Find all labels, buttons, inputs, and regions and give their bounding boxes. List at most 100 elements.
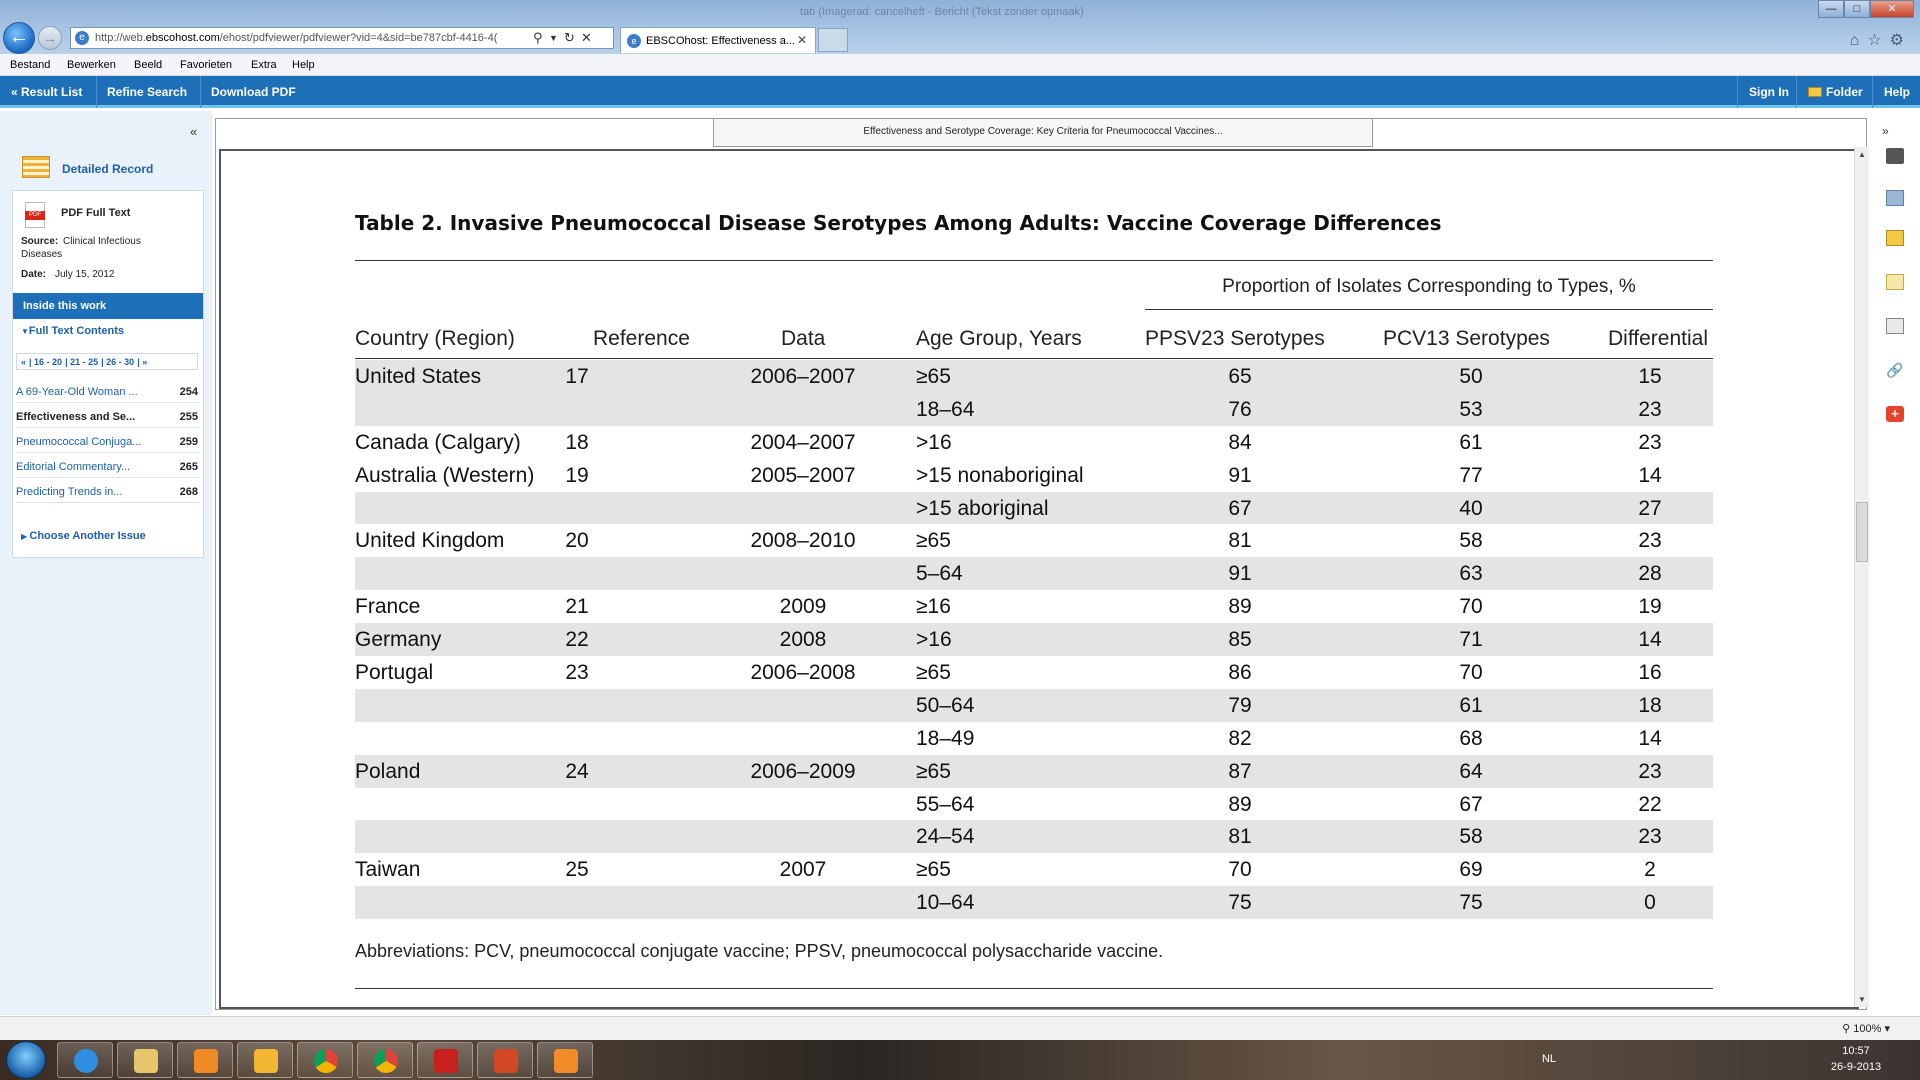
table-row: Poland 24 2006–2009 ≥65 87 64 23 <box>355 754 1713 788</box>
window-title: tab (Imagerad: cancelheft - Bericht (Tek… <box>800 6 1084 18</box>
span-header: Proportion of Isolates Corresponding to … <box>1222 276 1636 297</box>
download-pdf-link[interactable]: Download PDF <box>211 85 296 99</box>
back-button[interactable]: ← <box>3 22 35 54</box>
menu-bewerken[interactable]: Bewerken <box>67 59 116 71</box>
add-share-icon[interactable]: + <box>1886 406 1904 422</box>
help-link[interactable]: Help <box>1884 85 1910 99</box>
table-row: United Kingdom 20 2008–2010 ≥65 81 58 23 <box>355 529 1662 553</box>
menu-beeld[interactable]: Beeld <box>134 59 162 71</box>
choose-another-issue-link[interactable]: ▶ Choose Another Issue <box>21 530 146 542</box>
table-top-rule <box>355 260 1713 261</box>
source-value: Clinical Infectious <box>63 236 141 247</box>
scroll-down-icon[interactable]: ▼ <box>1858 995 1866 1004</box>
internet-explorer-icon <box>74 1049 98 1073</box>
outlook-icon <box>254 1049 278 1073</box>
taskbar-acrobat[interactable] <box>417 1042 473 1078</box>
email-icon[interactable] <box>1886 190 1904 206</box>
permalink-icon[interactable]: 🔗 <box>1886 362 1904 378</box>
col-header-data: Data <box>781 327 826 350</box>
taskbar-app[interactable] <box>537 1042 593 1078</box>
pager-21-25[interactable]: 21 - 25 <box>70 357 98 367</box>
clock-date[interactable]: 26-9-2013 <box>1826 1061 1886 1073</box>
sign-in-link[interactable]: Sign In <box>1749 85 1789 99</box>
taskbar-chrome-2[interactable] <box>357 1042 413 1078</box>
header-rule <box>355 358 1713 359</box>
triangle-down-icon: ▼ <box>21 327 29 336</box>
url-text[interactable]: http://web.ebscohost.com/ehost/pdfviewer… <box>95 32 535 44</box>
table-title: Table 2. Invasive Pneumococcal Disease S… <box>355 211 1442 235</box>
toc-item[interactable]: Pneumococcal Conjuga... 259 <box>16 429 200 453</box>
document-title: Effectiveness and Serotype Coverage: Key… <box>713 119 1373 147</box>
taskbar-media[interactable] <box>177 1042 233 1078</box>
vertical-scrollbar[interactable]: ▲ ▼ <box>1854 147 1869 1007</box>
tab-label: EBSCOhost: Effectiveness a... <box>646 35 795 47</box>
toc-item[interactable]: A 69-Year-Old Woman ... 254 <box>16 379 200 403</box>
table-row: 18–64 76 53 23 <box>355 392 1713 426</box>
home-icon[interactable]: ⌂ <box>1850 32 1868 49</box>
record-icon <box>22 156 50 178</box>
cite-icon[interactable] <box>1886 274 1904 290</box>
language-indicator[interactable]: NL <box>1542 1053 1556 1065</box>
zoom-icon: ⚲ <box>1842 1023 1854 1035</box>
powerpoint-icon <box>494 1049 518 1073</box>
browser-tab[interactable]: e EBSCOhost: Effectiveness a... ✕ <box>620 27 816 53</box>
media-player-icon <box>194 1049 218 1073</box>
close-tab-icon[interactable]: ✕ <box>797 33 807 47</box>
clock-time[interactable]: 10:57 <box>1826 1045 1886 1057</box>
toc-item[interactable]: Editorial Commentary... 265 <box>16 454 200 478</box>
maximize-button[interactable]: □ <box>1844 0 1870 18</box>
taskbar-chrome-1[interactable] <box>297 1042 353 1078</box>
source-label: Source: <box>21 236 59 247</box>
pager-prev[interactable]: « <box>21 357 26 367</box>
settings-gear-icon[interactable]: ⚙ <box>1890 32 1912 49</box>
table-row: 18–49 82 68 14 <box>916 726 1662 750</box>
new-tab-button[interactable] <box>818 28 848 52</box>
scroll-up-icon[interactable]: ▲ <box>1858 150 1866 159</box>
scroll-thumb[interactable] <box>1856 502 1868 562</box>
start-button[interactable] <box>6 1041 46 1079</box>
search-icon[interactable]: ⚲ <box>533 30 543 46</box>
refresh-icon[interactable]: ↻ <box>564 30 575 46</box>
collapse-tools-button[interactable]: » <box>1882 124 1889 138</box>
detailed-record-label: Detailed Record <box>62 162 154 176</box>
taskbar-outlook[interactable] <box>237 1042 293 1078</box>
result-list-link[interactable]: « Result List <box>11 85 82 99</box>
zoom-level[interactable]: ⚲ 100% ▾ <box>1842 1022 1890 1035</box>
taskbar-powerpoint[interactable] <box>477 1042 533 1078</box>
page-favicon-icon: e <box>75 31 89 45</box>
taskbar-ie[interactable] <box>57 1042 113 1078</box>
inside-this-work-header: Inside this work <box>13 293 203 319</box>
export-icon[interactable] <box>1886 318 1904 334</box>
table-body: United States 17 2006–2007 ≥65 65 50 15 18–64 7… <box>355 360 1713 920</box>
table-row: 5–64 91 63 28 <box>355 557 1713 591</box>
address-bar[interactable]: e http://web.ebscohost.com/ehost/pdfview… <box>70 27 614 49</box>
chrome-icon <box>374 1049 398 1073</box>
folder-link[interactable]: Folder <box>1808 85 1863 99</box>
minimize-button[interactable]: — <box>1818 0 1844 18</box>
refine-search-link[interactable]: Refine Search <box>107 85 187 99</box>
pager-16-20[interactable]: 16 - 20 <box>34 357 62 367</box>
forward-button[interactable]: → <box>38 26 62 50</box>
toc-item-current[interactable]: Effectiveness and Se... 255 <box>16 404 200 428</box>
menu-extra[interactable]: Extra <box>251 59 277 71</box>
print-icon[interactable] <box>1886 148 1904 164</box>
stop-icon[interactable]: ✕ <box>581 30 592 46</box>
table-row: Taiwan 25 2007 ≥65 70 69 2 <box>355 858 1656 882</box>
toc-item[interactable]: Predicting Trends in... 268 <box>16 479 200 503</box>
favorites-star-icon[interactable]: ☆ <box>1867 32 1889 49</box>
col-header-country: Country (Region) <box>355 327 515 350</box>
pager-next[interactable]: » <box>142 357 147 367</box>
menu-bestand[interactable]: Bestand <box>10 59 50 71</box>
full-text-contents-toggle[interactable]: ▼Full Text Contents <box>21 325 124 337</box>
taskbar-explorer[interactable] <box>117 1042 173 1078</box>
menu-help[interactable]: Help <box>292 59 315 71</box>
dropdown-icon[interactable]: ▼ <box>549 33 558 43</box>
source-value-cont: Diseases <box>21 249 63 260</box>
col-header-differential: Differential <box>1608 327 1708 350</box>
col-header-age-group: Age Group, Years <box>916 327 1082 350</box>
save-folder-icon[interactable] <box>1886 230 1904 246</box>
menu-favorieten[interactable]: Favorieten <box>180 59 232 71</box>
collapse-sidebar-button[interactable]: « <box>190 124 197 139</box>
pager-26-30[interactable]: 26 - 30 <box>106 357 134 367</box>
close-window-button[interactable]: ✕ <box>1870 0 1914 18</box>
